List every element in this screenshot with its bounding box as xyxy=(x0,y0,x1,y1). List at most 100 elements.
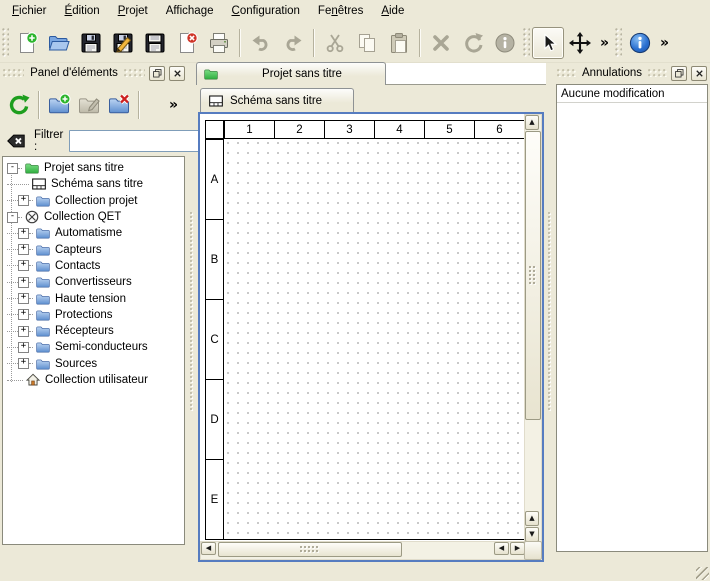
tree-item-contacts[interactable]: + Contacts xyxy=(3,258,184,274)
expand-toggle[interactable]: + xyxy=(18,309,29,320)
tree-item-collection-projet[interactable]: + Collection projet xyxy=(3,193,184,209)
float-panel-button[interactable] xyxy=(149,66,165,81)
collapse-toggle[interactable]: - xyxy=(7,212,18,223)
reload-collections-button[interactable] xyxy=(4,90,34,120)
copy-button[interactable] xyxy=(351,27,383,59)
tree-item-projet-sans-titre[interactable]: - Projet sans titre xyxy=(3,160,184,176)
tree-item-collection-utilisateur[interactable]: Collection utilisateur xyxy=(3,372,184,388)
tree-item-automatisme[interactable]: + Automatisme xyxy=(3,225,184,241)
menu-projet[interactable]: Projet xyxy=(109,2,157,21)
undo-history-list[interactable]: Aucune modification xyxy=(556,84,708,552)
undo-history-item[interactable]: Aucune modification xyxy=(557,85,707,103)
menu-configuration[interactable]: Configuration xyxy=(223,2,309,21)
toolbar-overflow-button[interactable]: » xyxy=(656,28,673,58)
tree-guide-stub xyxy=(7,233,18,234)
diagram-view[interactable]: 123456ABCDE ▲ ▲ ▼ ◀ ◀ ▶ xyxy=(198,112,544,562)
new-document-button[interactable] xyxy=(11,27,43,59)
dock-grip[interactable] xyxy=(124,69,145,77)
open-document-button[interactable] xyxy=(43,27,75,59)
paste-button[interactable] xyxy=(383,27,415,59)
expand-toggle[interactable]: + xyxy=(18,358,29,369)
tree-item-recepteurs[interactable]: + Récepteurs xyxy=(3,323,184,339)
expand-toggle[interactable]: + xyxy=(18,195,29,206)
scroll-right-button[interactable]: ▶ xyxy=(510,542,525,555)
dock-grip[interactable] xyxy=(557,69,576,77)
dock-grip[interactable] xyxy=(648,69,667,77)
menu-edition[interactable]: Édition xyxy=(56,2,109,21)
menu-fichier[interactable]: Fichier xyxy=(3,2,56,21)
expand-toggle[interactable]: + xyxy=(18,260,29,271)
expand-toggle[interactable]: + xyxy=(18,228,29,239)
clear-filter-button[interactable] xyxy=(4,129,28,153)
expand-toggle[interactable]: + xyxy=(18,293,29,304)
project-folder-icon xyxy=(203,66,219,82)
menu-affichage[interactable]: Affichage xyxy=(157,2,223,21)
schema-tabbar: Schéma sans titre xyxy=(196,85,546,112)
edit-category-button[interactable] xyxy=(74,90,104,120)
new-category-button[interactable] xyxy=(44,90,74,120)
scroll-up-button-2[interactable]: ▲ xyxy=(525,511,539,526)
menu-fenetres[interactable]: Fenêtres xyxy=(309,2,372,21)
tree-item-collection-qet[interactable]: -Collection QET xyxy=(3,209,184,225)
collapse-toggle[interactable]: - xyxy=(7,163,18,174)
close-document-icon xyxy=(175,31,199,55)
resize-grip[interactable] xyxy=(696,567,709,580)
save-as-button[interactable] xyxy=(107,27,139,59)
delete-button[interactable] xyxy=(425,27,457,59)
undo-button[interactable] xyxy=(245,27,277,59)
arrow-down-icon: ▼ xyxy=(529,531,534,538)
tree-item-protections[interactable]: + Protections xyxy=(3,307,184,323)
scroll-down-button[interactable]: ▼ xyxy=(525,527,539,542)
tree-item-schema-sans-titre[interactable]: Schéma sans titre xyxy=(3,176,184,192)
horizontal-scroll-thumb[interactable] xyxy=(218,542,402,557)
schema-icon xyxy=(208,93,224,109)
print-button[interactable] xyxy=(203,27,235,59)
rotate-button[interactable] xyxy=(457,27,489,59)
toolbar-handle[interactable] xyxy=(523,28,530,58)
element-info-button[interactable] xyxy=(489,27,521,59)
tree-item-capteurs[interactable]: + Capteurs xyxy=(3,241,184,257)
tree-item-label: Collection projet xyxy=(54,195,137,207)
scroll-left-button-2[interactable]: ◀ xyxy=(494,542,509,555)
toolbar-handle[interactable] xyxy=(2,28,9,58)
dock-grip[interactable] xyxy=(3,69,24,77)
close-panel-button[interactable] xyxy=(691,66,707,81)
left-splitter[interactable] xyxy=(188,62,196,563)
save-all-button[interactable] xyxy=(139,27,171,59)
expand-toggle[interactable]: + xyxy=(18,342,29,353)
open-folder-icon xyxy=(47,31,71,55)
toolbar-handle[interactable] xyxy=(615,28,622,58)
info-gray-icon xyxy=(493,31,517,55)
pan-mode-button[interactable] xyxy=(564,27,596,59)
tree-item-sources[interactable]: + Sources xyxy=(3,356,184,372)
scroll-left-button[interactable]: ◀ xyxy=(201,542,216,555)
redo-button[interactable] xyxy=(277,27,309,59)
tab-project[interactable]: Projet sans titre xyxy=(196,62,386,85)
scroll-up-button[interactable]: ▲ xyxy=(525,115,539,130)
tree-item-convertisseurs[interactable]: + Convertisseurs xyxy=(3,274,184,290)
toolbar-overflow-button[interactable]: » xyxy=(165,90,182,120)
expand-toggle[interactable]: + xyxy=(18,326,29,337)
tree-item-haute-tension[interactable]: + Haute tension xyxy=(3,290,184,306)
undo-panel-titlebar: Annulations xyxy=(554,62,710,83)
menu-aide[interactable]: Aide xyxy=(372,2,413,21)
horizontal-scrollbar[interactable]: ◀ ◀ ▶ xyxy=(200,541,526,560)
tab-schema[interactable]: Schéma sans titre xyxy=(200,88,354,112)
select-mode-button[interactable] xyxy=(532,27,564,59)
diagram-scene[interactable]: 123456ABCDE xyxy=(200,114,526,543)
delete-category-button[interactable] xyxy=(104,90,134,120)
save-button[interactable] xyxy=(75,27,107,59)
toolbar-overflow-button[interactable]: » xyxy=(596,28,613,58)
vertical-scrollbar[interactable]: ▲ ▲ ▼ xyxy=(524,114,542,543)
tree-item-semi-conducteurs[interactable]: + Semi-conducteurs xyxy=(3,339,184,355)
close-document-button[interactable] xyxy=(171,27,203,59)
close-panel-button[interactable] xyxy=(169,66,185,81)
right-splitter[interactable] xyxy=(546,62,554,563)
expand-toggle[interactable]: + xyxy=(18,244,29,255)
cut-button[interactable] xyxy=(319,27,351,59)
elements-panel-toolbar: » xyxy=(0,84,188,126)
float-panel-button[interactable] xyxy=(671,66,687,81)
vertical-scroll-thumb[interactable] xyxy=(525,131,541,420)
about-qet-button[interactable] xyxy=(624,27,656,59)
expand-toggle[interactable]: + xyxy=(18,277,29,288)
